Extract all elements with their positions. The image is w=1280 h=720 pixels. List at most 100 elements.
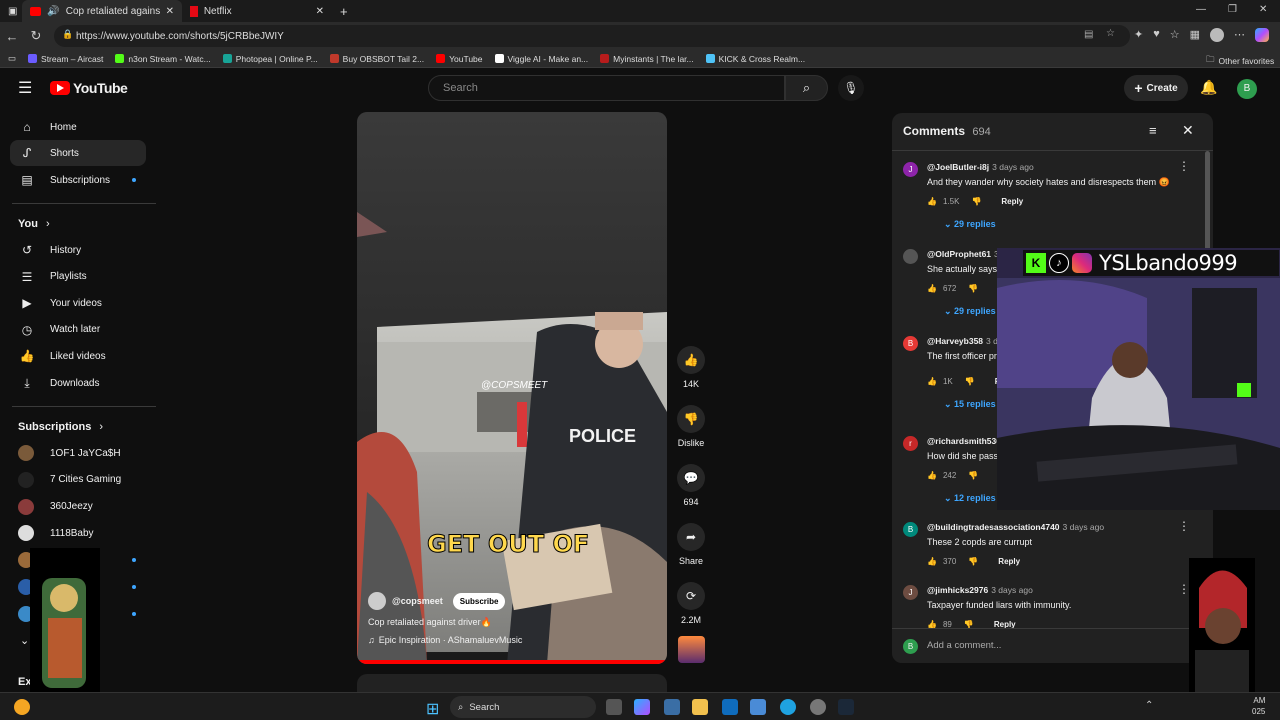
extensions-icon[interactable]: ✦ <box>1134 28 1143 42</box>
obs-icon[interactable] <box>810 699 826 715</box>
view-replies-button[interactable]: ⌄ 29 replies <box>944 219 996 230</box>
like-icon[interactable]: 👍 <box>927 471 937 480</box>
copilot-icon[interactable] <box>1255 28 1270 42</box>
sort-icon[interactable]: ≡ <box>1149 123 1157 138</box>
dislike-icon[interactable]: 👎 <box>968 471 978 480</box>
account-avatar[interactable]: B <box>1237 79 1257 99</box>
tray-chevron-icon[interactable]: ⌃ <box>1145 700 1153 711</box>
sidebar-subscription-item[interactable]: 1OF1 JaYCa$H <box>10 440 146 466</box>
file-explorer-icon[interactable] <box>692 699 708 715</box>
profile-icon[interactable] <box>1210 28 1225 42</box>
other-favorites[interactable]: 🗀 Other favorites <box>1200 54 1280 68</box>
bookmark-item[interactable]: Myinstants | The lar... <box>594 54 699 64</box>
music-row[interactable]: ♫ Epic Inspiration · AShamaluevMusic <box>368 635 522 645</box>
new-tab-button[interactable]: + <box>332 0 356 22</box>
like-icon[interactable]: 👍 <box>927 284 937 293</box>
sidebar-item-watch-later[interactable]: ◷ Watch later <box>10 317 146 343</box>
share-button[interactable]: ➦ Share <box>676 523 706 566</box>
minimize-icon[interactable]: — <box>1196 4 1206 15</box>
bookmark-item[interactable]: Viggle AI - Make an... <box>489 54 595 64</box>
comment-author[interactable]: @buildingtradesassociation4740 3 days ago <box>927 522 1104 532</box>
comment-author[interactable]: @Harveyb358 3 da <box>927 336 1003 346</box>
search-button[interactable]: ⌕ <box>785 75 828 101</box>
close-window-icon[interactable]: ✕ <box>1259 4 1267 15</box>
browser-menu-icon[interactable]: ▣ <box>0 0 22 22</box>
view-replies-button[interactable]: ⌄ 12 replies <box>944 493 996 504</box>
browser-essentials-icon[interactable]: ♥ <box>1153 28 1160 42</box>
channel-avatar[interactable] <box>368 592 386 610</box>
bookmark-item[interactable]: Photopea | Online P... <box>217 54 324 64</box>
close-tab-icon[interactable]: ✕ <box>166 6 174 17</box>
browser-tab-active[interactable]: 🔊 Cop retaliated against driver ✕ <box>22 0 182 22</box>
comment-author[interactable]: @OldProphet613 <box>927 249 999 259</box>
close-tab-icon[interactable]: ✕ <box>316 6 324 17</box>
edge-icon[interactable] <box>780 699 796 715</box>
commenter-avatar[interactable]: J <box>903 585 918 600</box>
music-thumbnail[interactable] <box>678 636 705 663</box>
comment-author[interactable]: @JoelButler-i8j 3 days ago <box>927 162 1034 172</box>
like-icon[interactable]: 👍 <box>927 377 937 386</box>
sidebar-item-downloads[interactable]: ⤓ Downloads <box>10 370 146 396</box>
comment-button[interactable]: 💬 694 <box>676 464 706 507</box>
reply-button[interactable]: Reply <box>998 557 1020 566</box>
start-icon[interactable]: ⊞ <box>426 699 439 719</box>
lock-icon[interactable]: 🔒 <box>62 29 73 40</box>
subscribe-button[interactable]: Subscribe <box>452 592 506 610</box>
browser-tab-netflix[interactable]: Netflix ✕ <box>182 0 332 22</box>
weather-widget-icon[interactable] <box>14 699 30 715</box>
search-input[interactable]: Search <box>428 75 785 101</box>
create-button[interactable]: + Create <box>1124 75 1188 101</box>
comment-author[interactable]: @richardsmith536 <box>927 436 1004 446</box>
sidebar-item-your-videos[interactable]: ▶ Your videos <box>10 290 146 316</box>
view-replies-button[interactable]: ⌄ 15 replies <box>944 399 996 410</box>
bookmarks-menu-icon[interactable]: ▭ <box>0 53 22 64</box>
task-view-icon[interactable] <box>606 699 622 715</box>
subscriptions-section-heading[interactable]: Subscriptions › <box>18 421 103 433</box>
sidebar-subscription-item[interactable]: 360Jeezy <box>10 494 146 520</box>
voice-search-button[interactable]: 🎙 <box>838 75 864 101</box>
copilot-taskbar-icon[interactable] <box>634 699 650 715</box>
audio-icon[interactable]: 🔊 <box>47 6 59 17</box>
sidebar-item-home[interactable]: ⌂ Home <box>10 114 146 140</box>
commenter-avatar[interactable]: J <box>903 162 918 177</box>
favorites-icon[interactable]: ☆ <box>1170 28 1180 42</box>
clock[interactable]: AM 025 <box>1252 695 1265 717</box>
sidebar-subscription-item[interactable]: 7 Cities Gaming <box>10 467 146 493</box>
sidebar-item-playlists[interactable]: ☰ Playlists <box>10 264 146 290</box>
comment-more-icon[interactable]: ⋮ <box>1178 159 1190 173</box>
store-icon[interactable] <box>664 699 680 715</box>
commenter-avatar[interactable]: B <box>903 522 918 537</box>
next-short-preview[interactable] <box>357 674 667 692</box>
like-icon[interactable]: 👍 <box>927 197 937 206</box>
commenter-avatar[interactable]: r <box>903 436 918 451</box>
maximize-icon[interactable]: ❐ <box>1228 4 1237 15</box>
reader-icon[interactable]: ▤ <box>1084 29 1093 40</box>
reply-button[interactable]: Reply <box>1001 197 1023 206</box>
bookmark-item[interactable]: KICK & Cross Realm... <box>700 54 811 64</box>
comment-author[interactable]: @jimhicks2976 3 days ago <box>927 585 1033 595</box>
bookmark-item[interactable]: Buy OBSBOT Tail 2... <box>324 54 430 64</box>
add-comment-input[interactable]: Add a comment... <box>927 640 1001 651</box>
close-comments-icon[interactable]: ✕ <box>1182 122 1194 139</box>
collections-icon[interactable]: ▦ <box>1190 28 1200 42</box>
dislike-icon[interactable]: 👎 <box>968 284 978 293</box>
youtube-logo[interactable]: YouTube <box>50 80 128 96</box>
refresh-icon[interactable]: ↻ <box>24 28 48 44</box>
sidebar-subscription-item[interactable]: 1118Baby <box>10 520 146 546</box>
bookmark-item[interactable]: Stream – Aircast <box>22 54 109 64</box>
taskbar-search[interactable]: ⌕ Search <box>450 696 596 718</box>
favorite-star-icon[interactable]: ☆ <box>1106 28 1115 39</box>
dislike-button[interactable]: 👎 Dislike <box>676 405 706 448</box>
outlook-icon[interactable] <box>722 699 738 715</box>
commenter-avatar[interactable]: B <box>903 336 918 351</box>
bookmark-item[interactable]: YouTube <box>430 54 488 64</box>
photos-icon[interactable] <box>750 699 766 715</box>
you-section-heading[interactable]: You › <box>18 218 50 230</box>
like-button[interactable]: 👍 14K <box>676 346 706 389</box>
remix-button[interactable]: ⟳ 2.2M <box>676 582 706 625</box>
sidebar-item-history[interactable]: ↺ History <box>10 237 146 263</box>
steam-icon[interactable] <box>838 699 854 715</box>
sidebar-item-shorts[interactable]: ᔑ Shorts <box>10 140 146 166</box>
commenter-avatar[interactable] <box>903 249 918 264</box>
back-icon[interactable]: ← <box>0 29 24 44</box>
